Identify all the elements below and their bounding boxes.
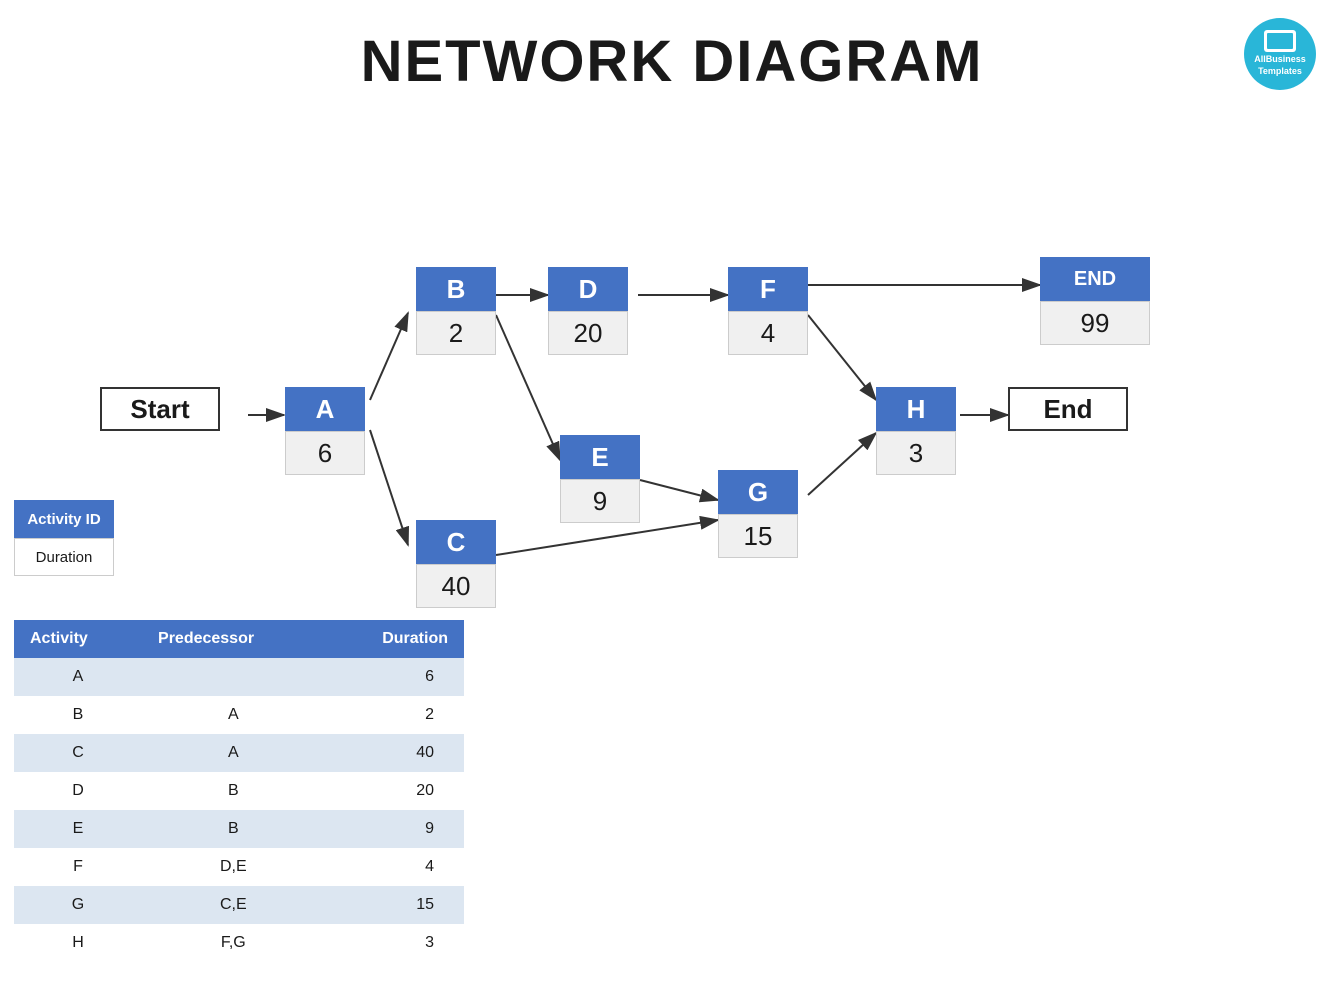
logo-line2: Templates: [1258, 66, 1302, 78]
cell-activity: F: [14, 848, 142, 886]
node-start: Start: [100, 387, 220, 431]
cell-duration: 3: [325, 924, 464, 962]
node-A-duration: 6: [285, 431, 365, 475]
node-D-duration: 20: [548, 311, 628, 355]
node-G-id: G: [718, 470, 798, 514]
node-end: End: [1008, 387, 1128, 431]
table-row: BA2: [14, 696, 464, 734]
col-duration: Duration: [325, 620, 464, 658]
node-H-duration: 3: [876, 431, 956, 475]
cell-predecessor: C,E: [142, 886, 325, 924]
node-END: END 99: [1040, 257, 1150, 345]
table-row: HF,G3: [14, 924, 464, 962]
node-E: E 9: [560, 435, 640, 523]
cell-predecessor: F,G: [142, 924, 325, 962]
table-row: CA40: [14, 734, 464, 772]
start-label: Start: [100, 387, 220, 431]
cell-activity: G: [14, 886, 142, 924]
node-B: B 2: [416, 267, 496, 355]
cell-predecessor: D,E: [142, 848, 325, 886]
cell-activity: D: [14, 772, 142, 810]
table-row: DB20: [14, 772, 464, 810]
node-G-duration: 15: [718, 514, 798, 558]
cell-predecessor: A: [142, 734, 325, 772]
logo-line1: AllBusiness: [1254, 54, 1306, 66]
cell-predecessor: B: [142, 772, 325, 810]
col-predecessor: Predecessor: [142, 620, 325, 658]
node-E-duration: 9: [560, 479, 640, 523]
cell-duration: 20: [325, 772, 464, 810]
end-id: END: [1040, 257, 1150, 301]
table-row: A6: [14, 658, 464, 696]
cell-duration: 9: [325, 810, 464, 848]
end-label: End: [1008, 387, 1128, 431]
cell-activity: E: [14, 810, 142, 848]
cell-predecessor: A: [142, 696, 325, 734]
legend: Activity ID Duration: [14, 500, 114, 576]
col-activity: Activity: [14, 620, 142, 658]
cell-duration: 40: [325, 734, 464, 772]
activity-table: Activity Predecessor Duration A6BA2CA40D…: [14, 620, 464, 962]
node-F: F 4: [728, 267, 808, 355]
cell-activity: A: [14, 658, 142, 696]
cell-activity: H: [14, 924, 142, 962]
node-D: D 20: [548, 267, 628, 355]
cell-activity: B: [14, 696, 142, 734]
cell-activity: C: [14, 734, 142, 772]
table-row: FD,E4: [14, 848, 464, 886]
node-G: G 15: [718, 470, 798, 558]
legend-activity-id: Activity ID: [14, 500, 114, 538]
cell-duration: 15: [325, 886, 464, 924]
cell-duration: 2: [325, 696, 464, 734]
logo: AllBusiness Templates: [1244, 18, 1316, 90]
table-row: GC,E15: [14, 886, 464, 924]
node-F-duration: 4: [728, 311, 808, 355]
cell-predecessor: B: [142, 810, 325, 848]
node-C-id: C: [416, 520, 496, 564]
node-D-id: D: [548, 267, 628, 311]
node-C-duration: 40: [416, 564, 496, 608]
node-H: H 3: [876, 387, 956, 475]
node-C: C 40: [416, 520, 496, 608]
node-F-id: F: [728, 267, 808, 311]
node-E-id: E: [560, 435, 640, 479]
node-A-id: A: [285, 387, 365, 431]
node-A: A 6: [285, 387, 365, 475]
end-duration: 99: [1040, 301, 1150, 345]
legend-duration: Duration: [14, 538, 114, 576]
table-section: Activity Predecessor Duration A6BA2CA40D…: [14, 620, 464, 962]
cell-duration: 4: [325, 848, 464, 886]
cell-duration: 6: [325, 658, 464, 696]
node-B-duration: 2: [416, 311, 496, 355]
cell-predecessor: [142, 658, 325, 696]
table-row: EB9: [14, 810, 464, 848]
node-B-id: B: [416, 267, 496, 311]
node-H-id: H: [876, 387, 956, 431]
diagram-area: Start A 6 B 2 C 40 D 20 E 9 F 4 G 15 H 3…: [0, 105, 1344, 685]
page-title: NETWORK DIAGRAM: [0, 0, 1344, 95]
